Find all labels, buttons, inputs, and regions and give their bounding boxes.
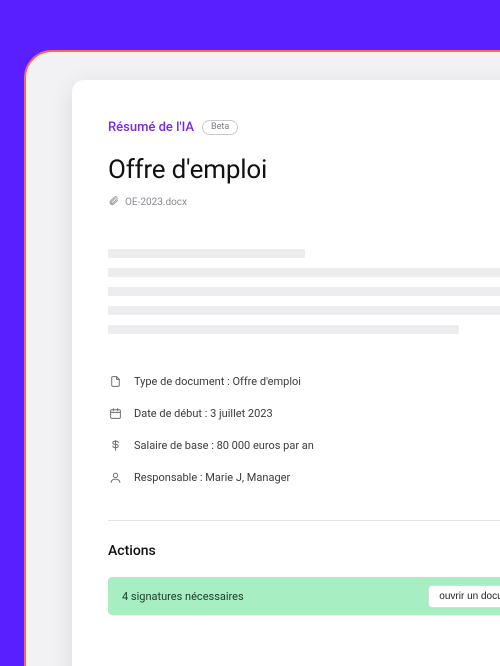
metadata-item-owner: Responsable : Marie J, Manager xyxy=(108,470,500,484)
metadata-item-doctype: Type de document : Offre d'emploi xyxy=(108,374,500,388)
skeleton-line xyxy=(108,268,500,277)
page-title: Offre d'emploi xyxy=(108,155,500,185)
skeleton-line xyxy=(108,249,305,258)
device-frame: Résumé de l'IA Beta Offre d'emploi OE-20… xyxy=(24,50,500,666)
summary-card: Résumé de l'IA Beta Offre d'emploi OE-20… xyxy=(72,80,500,666)
metadata-text: Date de début : 3 juillet 2023 xyxy=(134,407,273,420)
open-document-button[interactable]: ouvrir un docum xyxy=(428,585,500,608)
metadata-text: Responsable : Marie J, Manager xyxy=(134,471,290,484)
metadata-text: Type de document : Offre d'emploi xyxy=(134,375,301,388)
attachment-name: OE-2023.docx xyxy=(125,197,187,208)
section-divider xyxy=(108,520,500,521)
skeleton-line xyxy=(108,306,500,315)
signatures-required-text: 4 signatures nécessaires xyxy=(122,590,244,603)
ai-summary-header: Résumé de l'IA Beta xyxy=(108,120,500,135)
actions-heading: Actions xyxy=(108,543,500,559)
metadata-item-salary: Salaire de base : 80 000 euros par an xyxy=(108,438,500,452)
beta-badge: Beta xyxy=(202,120,238,135)
ai-summary-title: Résumé de l'IA xyxy=(108,120,194,135)
metadata-item-startdate: Date de début : 3 juillet 2023 xyxy=(108,406,500,420)
calendar-icon xyxy=(108,406,122,420)
skeleton-line xyxy=(108,325,459,334)
paperclip-icon xyxy=(108,195,119,209)
attachment-row[interactable]: OE-2023.docx xyxy=(108,195,500,209)
skeleton-line xyxy=(108,287,500,296)
metadata-text: Salaire de base : 80 000 euros par an xyxy=(134,439,314,452)
summary-placeholder xyxy=(108,249,500,334)
metadata-list: Type de document : Offre d'emploi Date d… xyxy=(108,374,500,484)
signatures-action-bar[interactable]: 4 signatures nécessaires ouvrir un docum xyxy=(108,577,500,615)
file-icon xyxy=(108,374,122,388)
person-icon xyxy=(108,470,122,484)
dollar-icon xyxy=(108,438,122,452)
